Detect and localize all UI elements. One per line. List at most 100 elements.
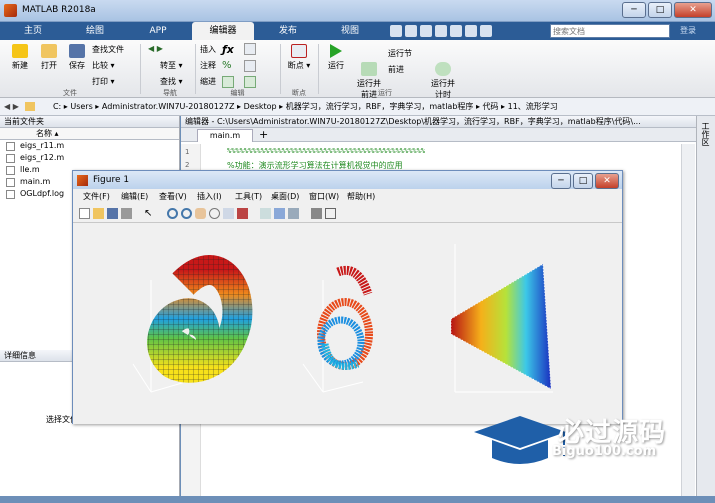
redo-icon[interactable] (465, 25, 477, 37)
show-plot-tools-icon[interactable] (325, 208, 336, 219)
save-figure-icon[interactable] (107, 208, 118, 219)
path-part-drive[interactable]: C: (53, 102, 61, 111)
menu-insert[interactable]: 插入(I) (197, 189, 222, 204)
find-files-button[interactable]: 查找文件 (92, 44, 124, 55)
path-part-code[interactable]: 代码 (483, 102, 499, 111)
decrease-indent-icon[interactable] (244, 76, 256, 88)
menu-window[interactable]: 窗口(W) (309, 189, 339, 204)
nav-arrows-icon[interactable]: ◀ ▶ (4, 102, 19, 111)
matlab-logo-icon (4, 4, 17, 17)
link-plot-icon[interactable] (260, 208, 271, 219)
save-icon[interactable] (390, 25, 402, 37)
divider (318, 44, 319, 94)
legend-icon[interactable] (288, 208, 299, 219)
figure-minimize-button[interactable]: ─ (551, 173, 571, 189)
code-line[interactable]: %%%%%%%%%%%%%%%%%%%%%%%%%%%%%%%%%%%%%%%%… (227, 147, 425, 155)
print-button[interactable]: 打印 ▾ (92, 76, 115, 87)
brush-icon[interactable] (237, 208, 248, 219)
run-button[interactable]: 运行 (324, 44, 348, 71)
figure-maximize-button[interactable]: □ (573, 173, 593, 189)
hide-plot-tools-icon[interactable] (311, 208, 322, 219)
zoom-out-icon[interactable] (181, 208, 192, 219)
tab-apps[interactable]: APP (128, 22, 188, 40)
file-item[interactable]: eigs_r11.m (0, 140, 179, 152)
menu-desktop[interactable]: 桌面(D) (271, 189, 299, 204)
open-button[interactable]: 打开 (36, 44, 62, 71)
figure-menu-bar: 文件(F) 编辑(E) 查看(V) 插入(I) 工具(T) 桌面(D) 窗口(W… (73, 189, 622, 204)
menu-help[interactable]: 帮助(H) (347, 189, 375, 204)
indent-button[interactable]: 缩进 (200, 76, 216, 87)
figure-close-button[interactable]: ✕ (595, 173, 619, 189)
path-part-users[interactable]: Users (70, 102, 92, 111)
colorbar-icon[interactable] (274, 208, 285, 219)
percent-icon[interactable]: % (222, 60, 232, 71)
open-file-icon[interactable] (93, 208, 104, 219)
column-name-header[interactable]: 名称 ▴ (0, 128, 179, 140)
tab-main-m[interactable]: main.m (197, 129, 253, 142)
path-part-current[interactable]: 11、流形学习 (508, 102, 558, 111)
print-icon[interactable] (121, 208, 132, 219)
minimize-button[interactable]: ─ (622, 2, 646, 18)
figure-window: Figure 1 ─ □ ✕ 文件(F) 编辑(E) 查看(V) 插入(I) 工… (72, 170, 623, 424)
find-button[interactable]: 查找 ▾ (160, 76, 183, 87)
pointer-icon[interactable]: ↖ (144, 208, 155, 219)
copy-icon[interactable] (420, 25, 432, 37)
divider (280, 44, 281, 94)
m-file-icon (6, 154, 15, 163)
run-advance-icon (361, 62, 377, 76)
menu-view[interactable]: 查看(V) (159, 189, 187, 204)
tab-publish[interactable]: 发布 (258, 22, 318, 40)
goto-button[interactable]: 转至 ▾ (160, 60, 183, 71)
breakpoints-button[interactable]: 断点 ▾ (286, 44, 312, 71)
menu-file[interactable]: 文件(F) (83, 189, 110, 204)
fan-scatter-plot (450, 244, 553, 393)
undo-icon[interactable] (450, 25, 462, 37)
zoom-in-icon[interactable] (167, 208, 178, 219)
compare-button[interactable]: 比较 ▾ (92, 60, 115, 71)
address-bar[interactable]: ◀ ▶ C: ▸ Users ▸ Administrator.WIN7U-201… (0, 98, 715, 116)
swiss-roll-surface-plot (132, 255, 253, 393)
tab-plots[interactable]: 绘图 (64, 22, 126, 40)
advance-button[interactable]: 前进 (388, 64, 404, 75)
cut-icon[interactable] (405, 25, 417, 37)
menu-edit[interactable]: 编辑(E) (121, 189, 148, 204)
tab-home[interactable]: 主页 (4, 22, 62, 40)
tab-view[interactable]: 视图 (322, 22, 378, 40)
save-button[interactable]: 保存 (64, 44, 90, 71)
uncomment-icon[interactable] (244, 60, 256, 72)
section-edit-label: 编辑 (230, 89, 245, 97)
plot-area[interactable] (73, 224, 622, 424)
pan-icon[interactable] (195, 208, 206, 219)
watermark-url: Biguo100.com (552, 444, 657, 459)
menu-tools[interactable]: 工具(T) (235, 189, 262, 204)
insert-section-icon[interactable] (244, 43, 256, 55)
search-input[interactable] (550, 24, 670, 38)
smart-indent-icon[interactable] (222, 76, 234, 88)
path-part-admin[interactable]: Administrator.WIN7U-20180127Z (102, 102, 235, 111)
fx-icon[interactable]: ƒx (222, 43, 234, 56)
file-item[interactable]: eigs_r12.m (0, 152, 179, 164)
new-button[interactable]: 新建 (6, 44, 34, 71)
close-button[interactable]: ✕ (674, 2, 712, 18)
figure-plots (132, 244, 553, 393)
help-icon[interactable] (480, 25, 492, 37)
data-cursor-icon[interactable] (223, 208, 234, 219)
new-tab-button[interactable]: + (259, 128, 268, 141)
signin-link[interactable]: 登录 (680, 22, 696, 40)
run-section-button[interactable]: 运行节 (388, 48, 412, 59)
insert-button[interactable]: 插入 (200, 44, 216, 55)
path-part-folder[interactable]: 机器学习，流行学习，RBF，字典学习，matlab程序 (286, 102, 474, 111)
comment-button[interactable]: 注释 (200, 60, 216, 71)
tab-editor[interactable]: 编辑器 (192, 22, 254, 40)
rotate-icon[interactable] (209, 208, 220, 219)
maximize-button[interactable]: □ (648, 2, 672, 18)
folder-icon (25, 102, 36, 111)
paste-icon[interactable] (435, 25, 447, 37)
back-forward-buttons[interactable]: ◀ ▶ (148, 44, 163, 53)
new-figure-icon[interactable] (79, 208, 90, 219)
path-part-desktop[interactable]: Desktop (244, 102, 277, 111)
ribbon-tabs: 主页 绘图 APP 编辑器 发布 视图 登录 (0, 22, 715, 40)
quick-access-toolbar (390, 25, 540, 37)
workspace-label: 工作区 (701, 122, 710, 146)
run-time-icon (435, 62, 451, 76)
